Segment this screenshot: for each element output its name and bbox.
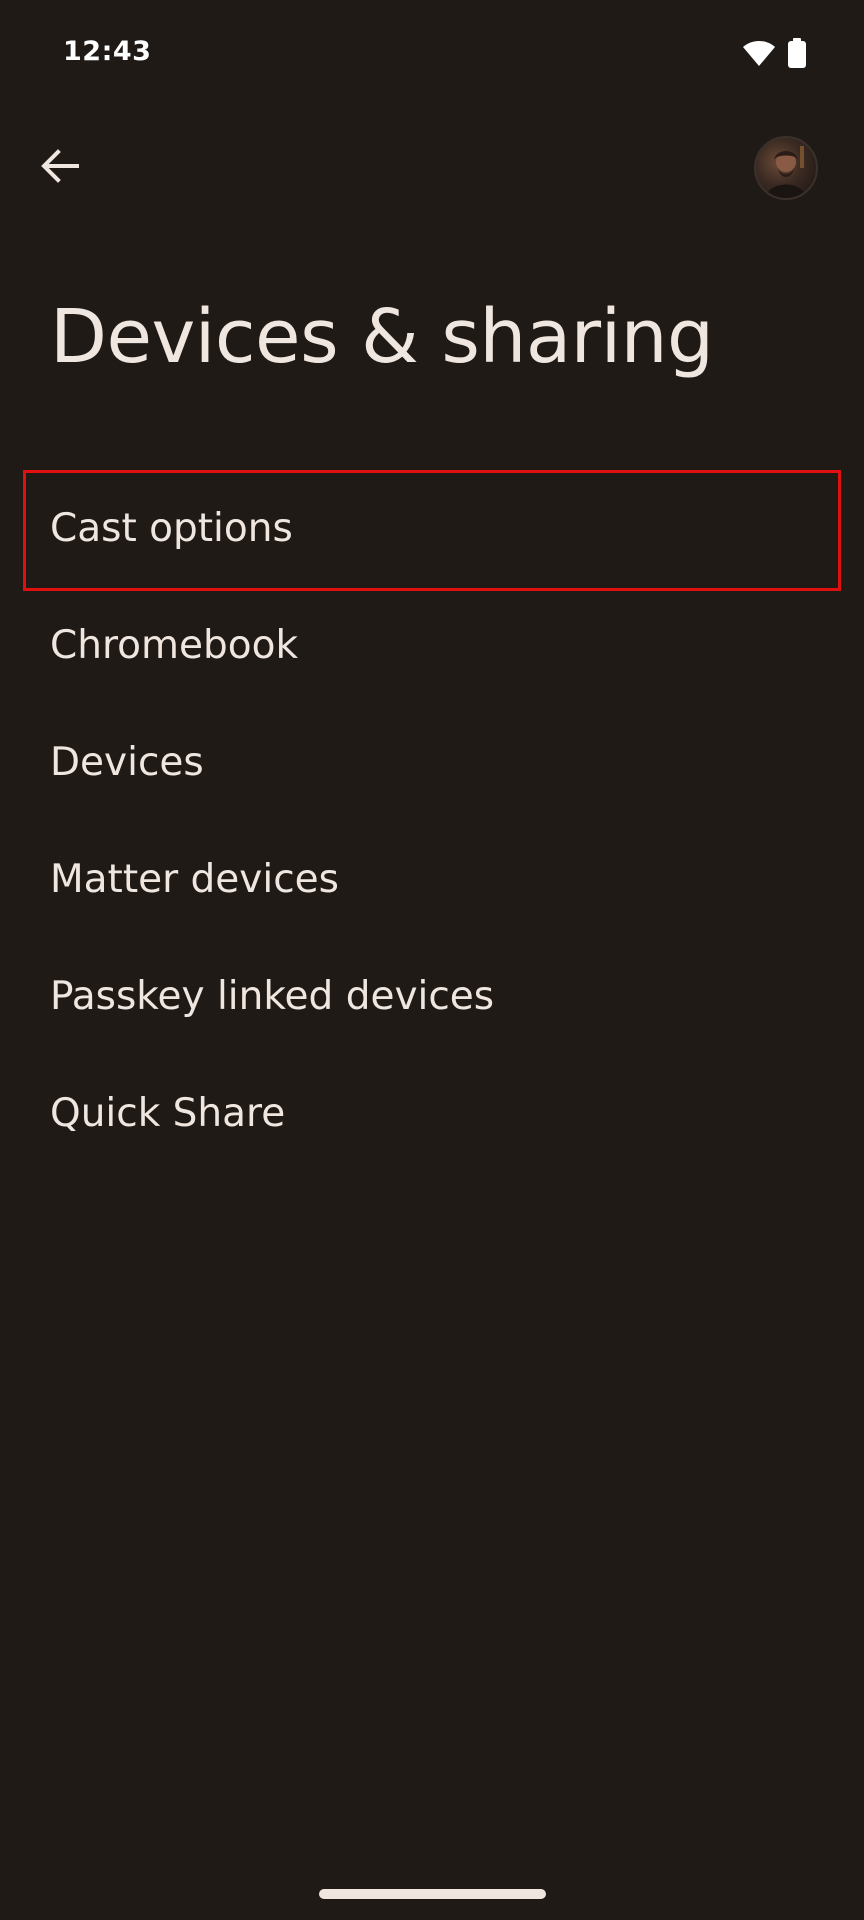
status-bar: 12:43 [0, 0, 864, 110]
gesture-nav-handle[interactable] [319, 1889, 546, 1899]
top-app-bar [0, 120, 864, 220]
menu-item-label: Quick Share [50, 1091, 286, 1136]
menu-item-quick-share[interactable]: Quick Share [0, 1055, 864, 1172]
back-button[interactable] [26, 132, 94, 200]
menu-item-cast-options[interactable]: Cast options [0, 470, 864, 591]
battery-icon [788, 38, 806, 68]
menu-item-chromebook[interactable]: Chromebook [0, 587, 864, 704]
menu-item-matter-devices[interactable]: Matter devices [0, 821, 864, 938]
settings-screen: 12:43 Devices & sharing Cast options Chr… [0, 0, 864, 1920]
avatar[interactable] [754, 136, 818, 200]
profile-photo [766, 146, 806, 198]
menu-item-label: Cast options [50, 506, 293, 551]
page-title: Devices & sharing [50, 294, 714, 380]
menu-item-devices[interactable]: Devices [0, 704, 864, 821]
menu-item-label: Chromebook [50, 623, 299, 668]
settings-menu-list: Cast options Chromebook Devices Matter d… [0, 470, 864, 1172]
status-time: 12:43 [63, 36, 152, 67]
menu-item-passkey-linked-devices[interactable]: Passkey linked devices [0, 938, 864, 1055]
status-icons [742, 38, 806, 68]
menu-item-label: Passkey linked devices [50, 974, 495, 1019]
menu-item-label: Devices [50, 740, 204, 785]
wifi-icon [742, 39, 776, 67]
menu-item-label: Matter devices [50, 857, 339, 902]
arrow-back-icon [41, 149, 79, 183]
